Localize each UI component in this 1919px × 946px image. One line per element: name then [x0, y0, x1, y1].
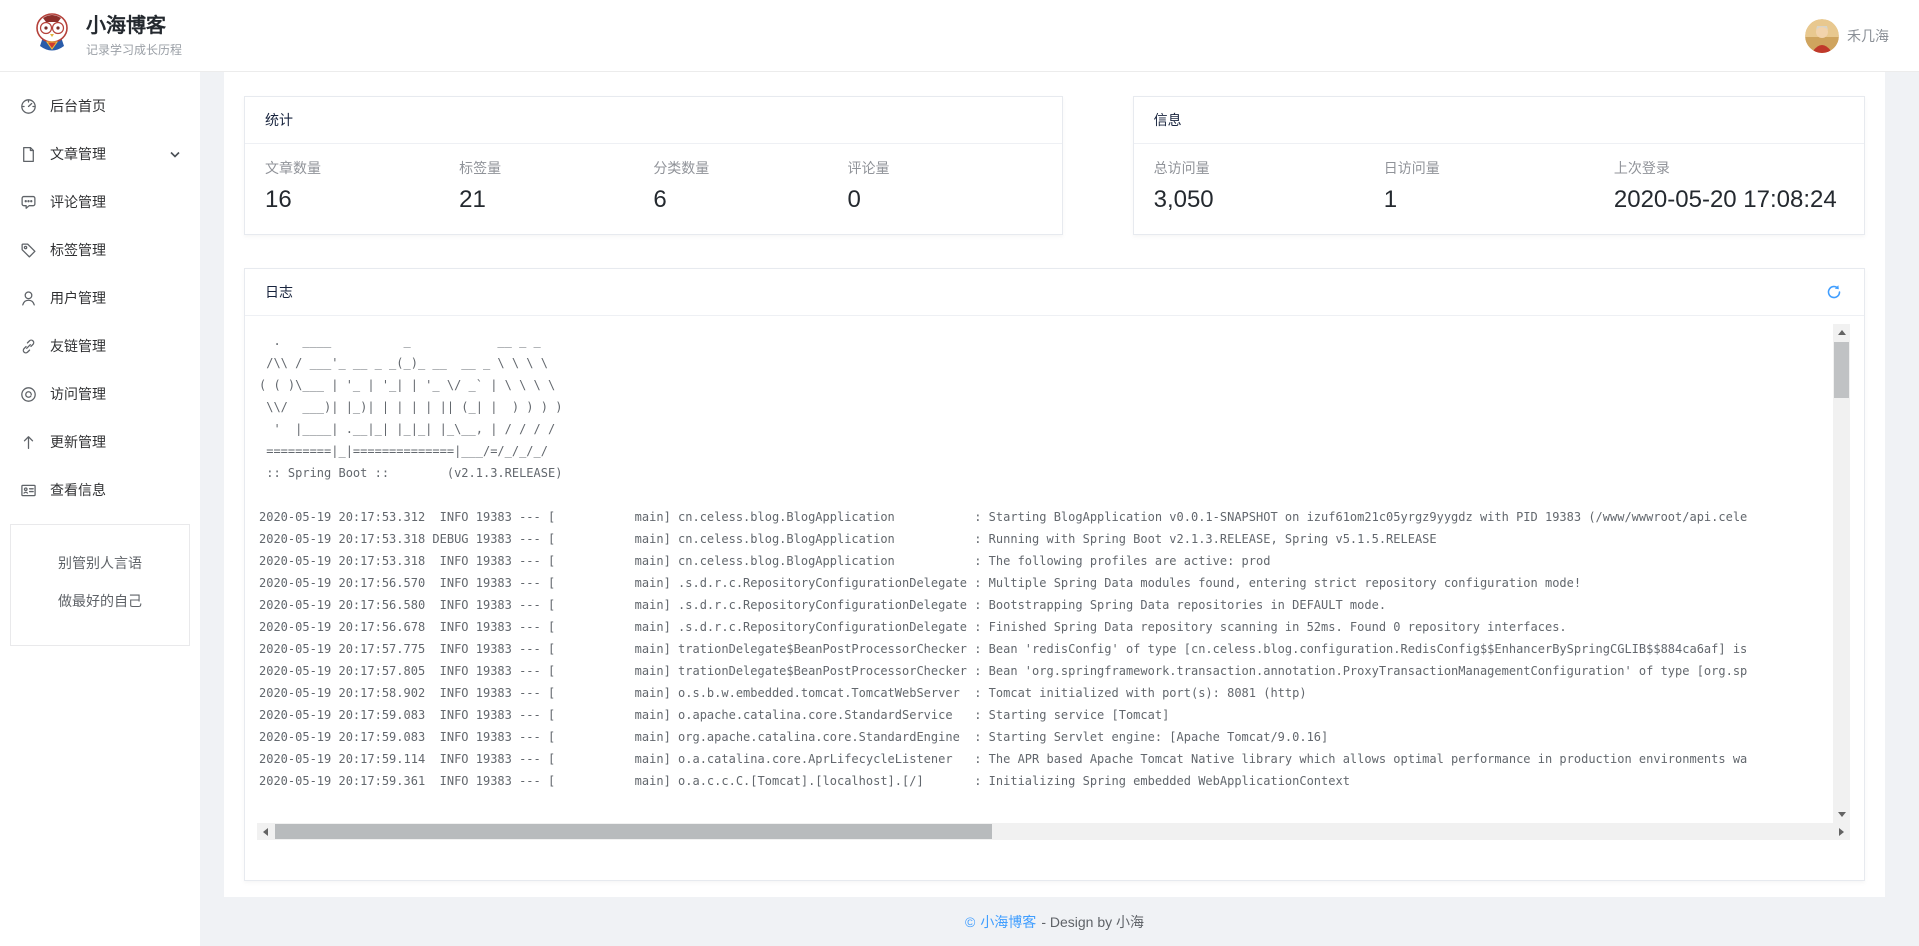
chevron-down-icon[interactable]	[170, 151, 180, 158]
stat-tag-count: 标签量 21	[459, 158, 653, 214]
sidebar-item-updates[interactable]: 更新管理	[0, 418, 200, 466]
log-horizontal-scrollbar[interactable]	[257, 823, 1850, 840]
stat-total-visits: 总访问量 3,050	[1154, 158, 1384, 214]
sidebar-item-label: 后台首页	[50, 96, 106, 116]
document-icon	[20, 146, 37, 163]
refresh-icon[interactable]	[1824, 282, 1844, 302]
log-viewport: . ____ _ __ _ _ /\\ / ___'_ __ _ _(_)_ _…	[257, 324, 1850, 840]
body-row: 后台首页 文章管理 评论管理	[0, 72, 1919, 946]
admin-dashboard: 小海博客 记录学习成长历程 禾几海	[0, 0, 1919, 946]
user-avatar	[1805, 19, 1839, 53]
stat-daily-visits: 日访问量 1	[1384, 158, 1614, 214]
motto-box: 别管别人言语 做最好的自己	[10, 524, 190, 646]
copyright-symbol: ©	[965, 914, 975, 930]
stat-category-count: 分类数量 6	[653, 158, 847, 214]
scroll-right-arrow-icon[interactable]	[1833, 823, 1850, 840]
sidebar: 后台首页 文章管理 评论管理	[0, 72, 200, 946]
footer: © 小海博客 - Design by 小海	[224, 897, 1885, 946]
user-name: 禾几海	[1847, 26, 1889, 46]
stats-card-title: 统计	[265, 110, 293, 130]
upload-icon	[20, 434, 37, 451]
tag-icon	[20, 242, 37, 259]
horizontal-scroll-thumb[interactable]	[275, 824, 992, 839]
site-logo	[30, 11, 74, 60]
sidebar-item-dashboard[interactable]: 后台首页	[0, 82, 200, 130]
idcard-icon	[20, 482, 37, 499]
top-cards-row: 统计 文章数量 16 标签量 21 分	[244, 96, 1865, 235]
info-card: 信息 总访问量 3,050 日访问量 1	[1133, 96, 1865, 235]
scroll-down-arrow-icon[interactable]	[1833, 806, 1850, 823]
stat-comment-count: 评论量 0	[847, 158, 1041, 214]
main-content: 统计 文章数量 16 标签量 21 分	[200, 72, 1919, 946]
brand-text: 小海博客 记录学习成长历程	[86, 14, 182, 58]
user-menu[interactable]: 禾几海	[1805, 19, 1889, 53]
site-title: 小海博客	[86, 14, 182, 38]
sidebar-item-label: 文章管理	[50, 144, 106, 164]
footer-site-link[interactable]: 小海博客	[980, 912, 1036, 932]
dashboard-icon	[20, 98, 37, 115]
log-text: . ____ _ __ _ _ /\\ / ___'_ __ _ _(_)_ _…	[257, 324, 1833, 823]
stats-card-body: 文章数量 16 标签量 21 分类数量 6	[245, 144, 1062, 234]
sidebar-item-label: 更新管理	[50, 432, 106, 452]
log-vertical-scrollbar[interactable]	[1833, 324, 1850, 823]
comment-icon	[20, 194, 37, 211]
scroll-up-arrow-icon[interactable]	[1833, 324, 1850, 341]
sidebar-item-articles[interactable]: 文章管理	[0, 130, 200, 178]
sidebar-item-view-info[interactable]: 查看信息	[0, 466, 200, 514]
stats-card-header: 统计	[245, 97, 1062, 144]
site-subtitle: 记录学习成长历程	[86, 41, 182, 58]
sidebar-item-label: 查看信息	[50, 480, 106, 500]
brand[interactable]: 小海博客 记录学习成长历程	[30, 11, 182, 60]
compass-icon	[20, 386, 37, 403]
stat-last-login: 上次登录 2020-05-20 17:08:24	[1614, 158, 1844, 214]
motto-line: 做最好的自己	[11, 591, 189, 611]
scroll-left-arrow-icon[interactable]	[257, 823, 274, 840]
log-card-title: 日志	[265, 282, 293, 302]
vertical-scroll-thumb[interactable]	[1834, 342, 1849, 398]
user-icon	[20, 290, 37, 307]
sidebar-item-label: 标签管理	[50, 240, 106, 260]
log-card-header: 日志	[245, 269, 1864, 316]
content-panel: 统计 文章数量 16 标签量 21 分	[224, 72, 1885, 897]
sidebar-item-label: 用户管理	[50, 288, 106, 308]
sidebar-item-links[interactable]: 友链管理	[0, 322, 200, 370]
sidebar-item-tags[interactable]: 标签管理	[0, 226, 200, 274]
sidebar-item-visits[interactable]: 访问管理	[0, 370, 200, 418]
stats-card: 统计 文章数量 16 标签量 21 分	[244, 96, 1063, 235]
info-card-header: 信息	[1134, 97, 1864, 144]
sidebar-item-label: 评论管理	[50, 192, 106, 212]
sidebar-item-label: 访问管理	[50, 384, 106, 404]
stat-article-count: 文章数量 16	[265, 158, 459, 214]
footer-text: - Design by 小海	[1041, 912, 1144, 932]
link-icon	[20, 338, 37, 355]
info-card-body: 总访问量 3,050 日访问量 1 上次登录 2020-05-20 17:08:…	[1134, 144, 1864, 234]
sidebar-item-comments[interactable]: 评论管理	[0, 178, 200, 226]
log-card: 日志 . ____ _ __ _ _ /\\ / ___'_ __ _	[244, 268, 1865, 881]
sidebar-item-label: 友链管理	[50, 336, 106, 356]
motto-line: 别管别人言语	[11, 553, 189, 573]
log-body: . ____ _ __ _ _ /\\ / ___'_ __ _ _(_)_ _…	[245, 316, 1864, 880]
sidebar-item-users[interactable]: 用户管理	[0, 274, 200, 322]
info-card-title: 信息	[1154, 110, 1182, 130]
app-header: 小海博客 记录学习成长历程 禾几海	[0, 0, 1919, 72]
